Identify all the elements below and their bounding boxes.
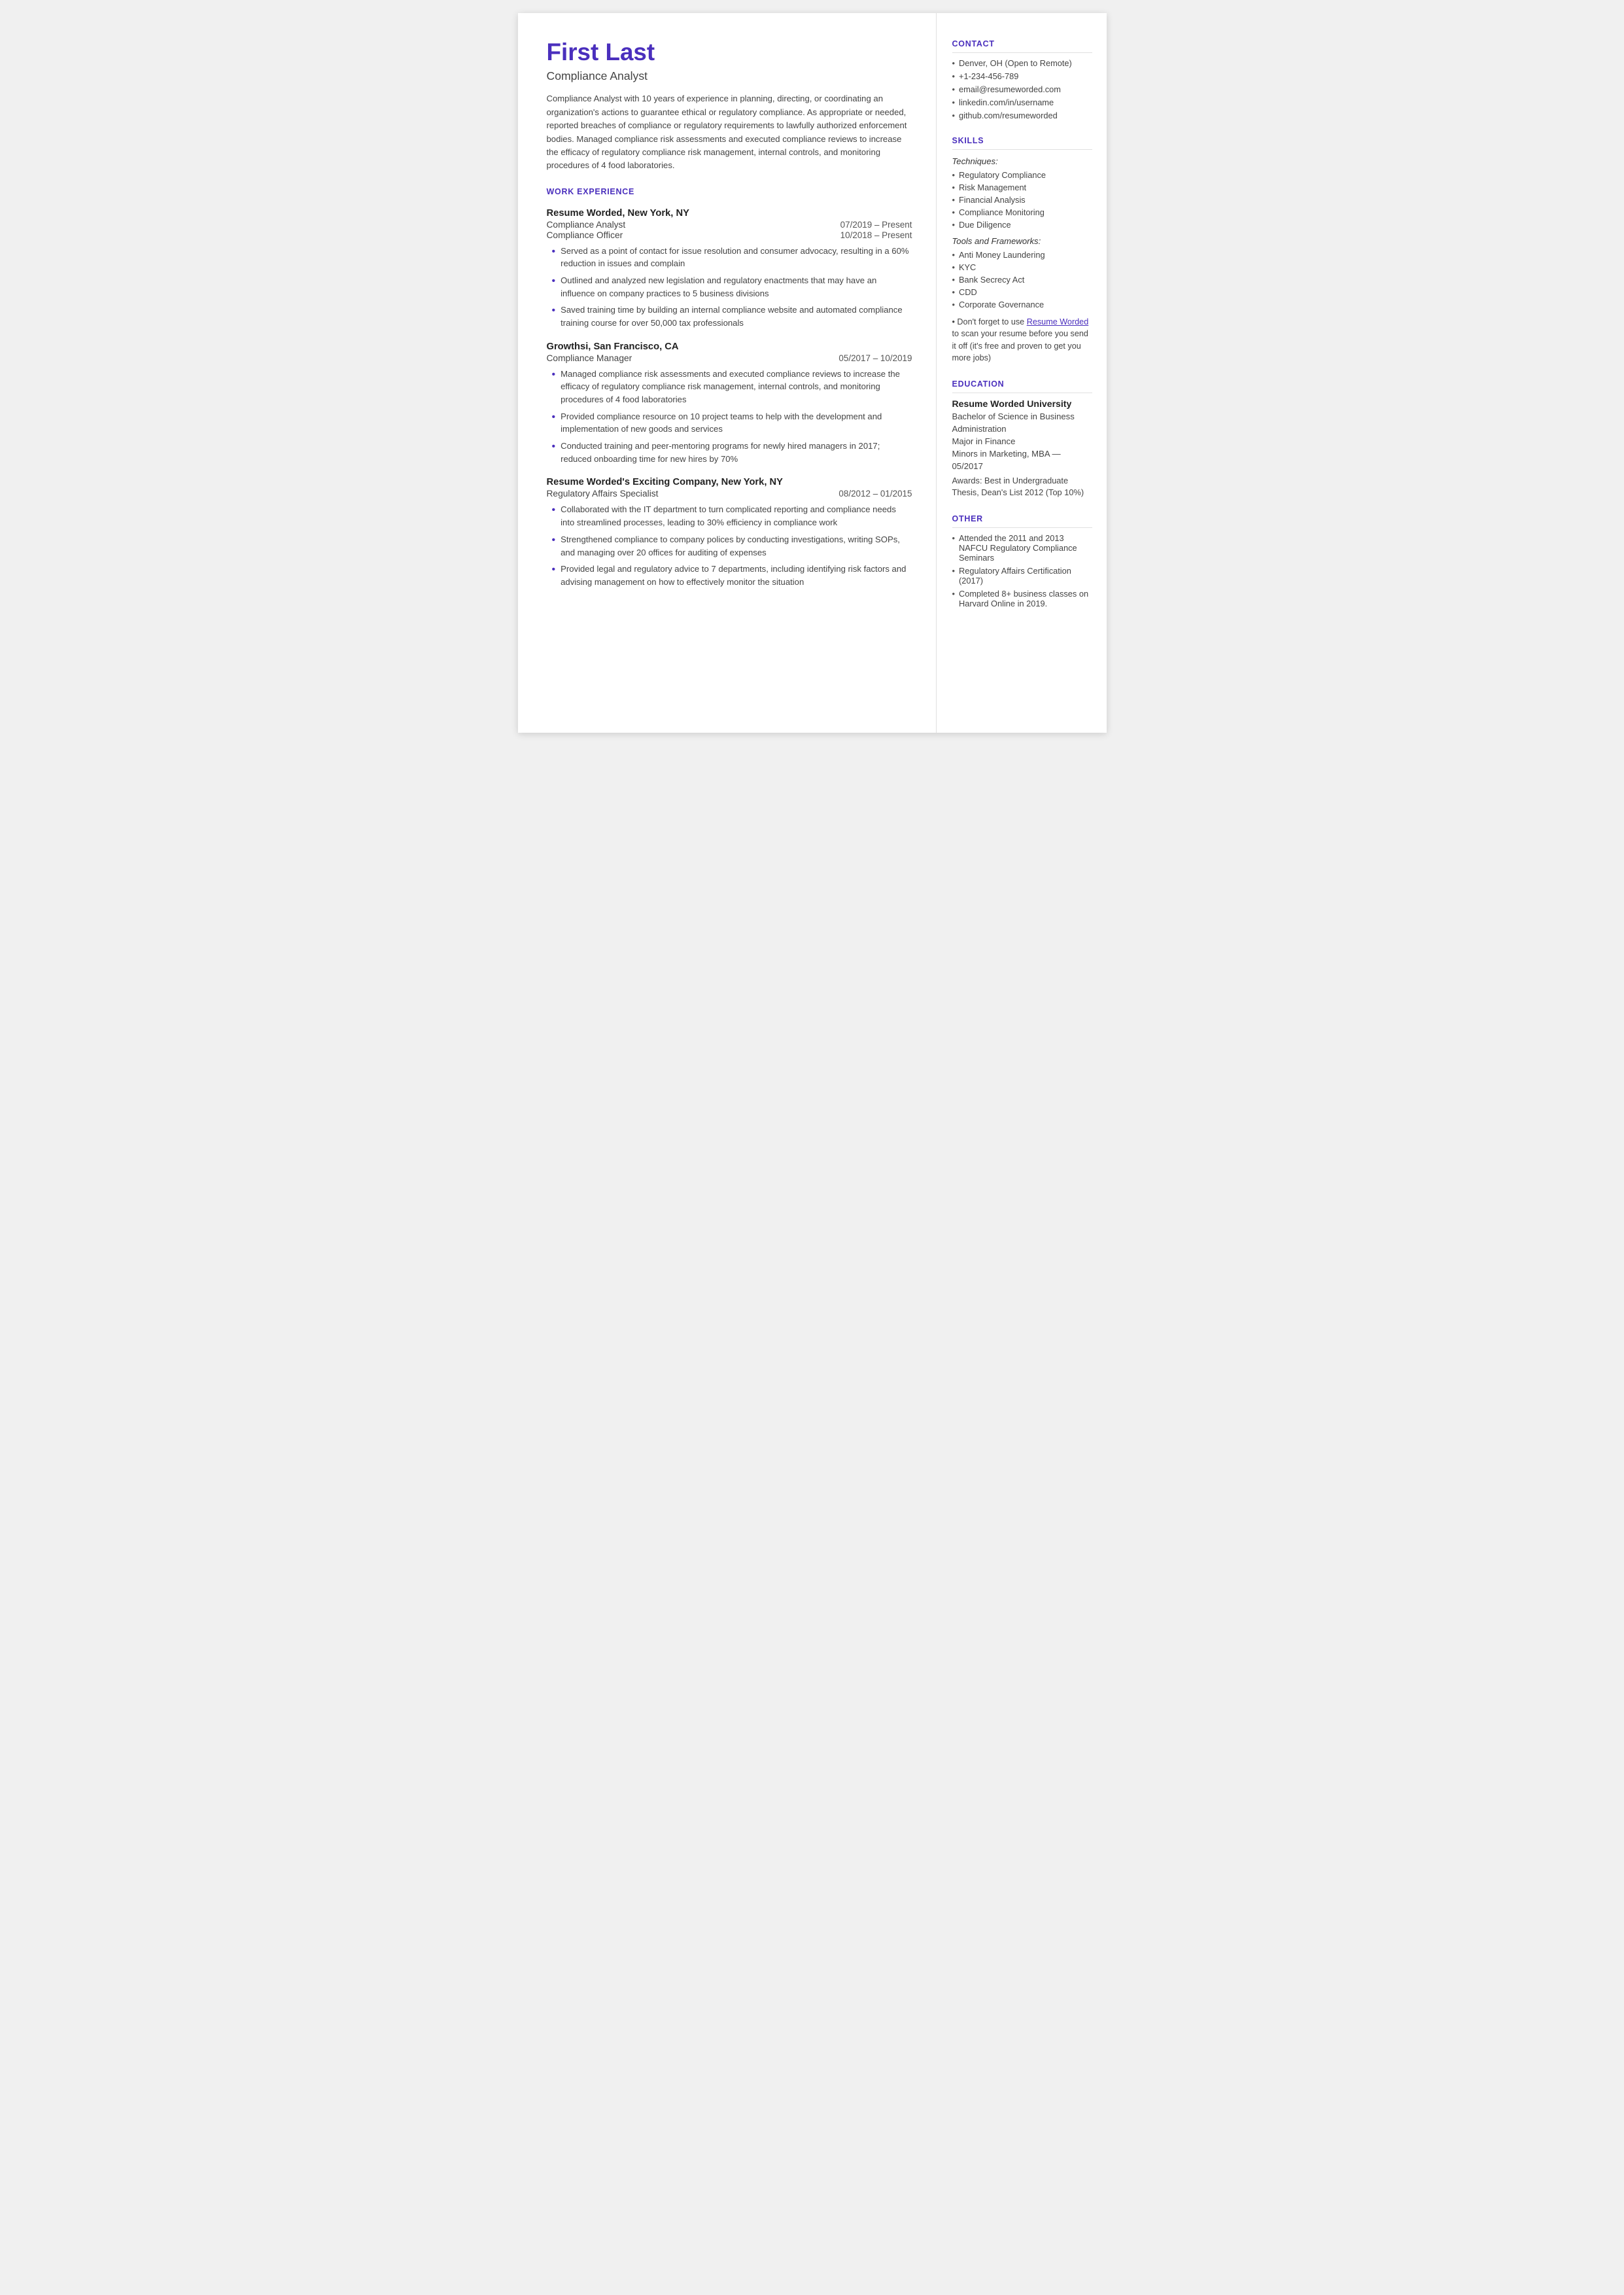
job-1-role-2-dates: 10/2018 – Present	[840, 230, 912, 240]
edu-degree: Bachelor of Science in Business Administ…	[952, 410, 1092, 472]
job-1-bullet-2: Outlined and analyzed new legislation an…	[552, 274, 912, 300]
education-heading: EDUCATION	[952, 379, 1092, 393]
job-3-company: Resume Worded's Exciting Company, New Yo…	[547, 477, 912, 487]
job-2-role-1-dates: 05/2017 – 10/2019	[838, 353, 912, 363]
edu-major: Major in Finance	[952, 436, 1016, 446]
job-1-role-1-dates: 07/2019 – Present	[840, 220, 912, 230]
skill-due-diligence: Due Diligence	[952, 220, 1092, 230]
job-1-role-1-title: Compliance Analyst	[547, 220, 626, 230]
job-3-role-1-title: Regulatory Affairs Specialist	[547, 489, 659, 499]
job-1-role-2-row: Compliance Officer 10/2018 – Present	[547, 230, 912, 240]
other-item-2: Regulatory Affairs Certification (2017)	[952, 566, 1092, 586]
contact-linkedin: linkedin.com/in/username	[952, 97, 1092, 107]
contact-list: Denver, OH (Open to Remote) +1-234-456-7…	[952, 58, 1092, 120]
candidate-name: First Last	[547, 39, 912, 65]
tool-corporate-governance: Corporate Governance	[952, 300, 1092, 309]
education-section: EDUCATION Resume Worded University Bache…	[952, 379, 1092, 499]
skill-risk-management: Risk Management	[952, 183, 1092, 192]
edu-degree-name: Bachelor of Science in Business Administ…	[952, 412, 1075, 434]
job-1-bullets: Served as a point of contact for issue r…	[552, 245, 912, 330]
other-heading: OTHER	[952, 514, 1092, 528]
right-column: CONTACT Denver, OH (Open to Remote) +1-2…	[937, 13, 1107, 733]
edu-school: Resume Worded University	[952, 398, 1092, 409]
job-3-role-1-dates: 08/2012 – 01/2015	[838, 489, 912, 499]
job-3-bullet-2: Strengthened compliance to company polic…	[552, 533, 912, 559]
skills-heading: SKILLS	[952, 136, 1092, 150]
skill-regulatory-compliance: Regulatory Compliance	[952, 170, 1092, 180]
job-3-bullets: Collaborated with the IT department to t…	[552, 503, 912, 588]
job-2-bullets: Managed compliance risk assessments and …	[552, 368, 912, 466]
skills-section: SKILLS Techniques: Regulatory Compliance…	[952, 136, 1092, 364]
tools-list: Anti Money Laundering KYC Bank Secrecy A…	[952, 250, 1092, 309]
contact-section: CONTACT Denver, OH (Open to Remote) +1-2…	[952, 39, 1092, 120]
contact-email: email@resumeworded.com	[952, 84, 1092, 94]
other-section: OTHER Attended the 2011 and 2013 NAFCU R…	[952, 514, 1092, 608]
edu-awards: Awards: Best in Undergraduate Thesis, De…	[952, 475, 1092, 499]
other-item-3: Completed 8+ business classes on Harvard…	[952, 589, 1092, 608]
tools-label: Tools and Frameworks:	[952, 236, 1092, 246]
job-2-role-1-row: Compliance Manager 05/2017 – 10/2019	[547, 353, 912, 363]
tool-cdd: CDD	[952, 287, 1092, 297]
job-2-bullet-3: Conducted training and peer-mentoring pr…	[552, 440, 912, 465]
skill-compliance-monitoring: Compliance Monitoring	[952, 207, 1092, 217]
tool-kyc: KYC	[952, 262, 1092, 272]
work-experience-heading: WORK EXPERIENCE	[547, 187, 912, 196]
job-2-company: Growthsi, San Francisco, CA	[547, 342, 912, 352]
resume-container: First Last Compliance Analyst Compliance…	[518, 13, 1107, 733]
job-2-bullet-1: Managed compliance risk assessments and …	[552, 368, 912, 406]
contact-github: github.com/resumeworded	[952, 111, 1092, 120]
job-2-role-1-title: Compliance Manager	[547, 353, 632, 363]
job-2-bullet-2: Provided compliance resource on 10 proje…	[552, 410, 912, 436]
left-column: First Last Compliance Analyst Compliance…	[518, 13, 937, 733]
contact-heading: CONTACT	[952, 39, 1092, 53]
job-1-role-1-row: Compliance Analyst 07/2019 – Present	[547, 220, 912, 230]
tool-aml: Anti Money Laundering	[952, 250, 1092, 260]
summary-text: Compliance Analyst with 10 years of expe…	[547, 92, 912, 172]
resume-worded-link[interactable]: Resume Worded	[1027, 317, 1089, 326]
job-3-bullet-1: Collaborated with the IT department to t…	[552, 503, 912, 529]
skills-note: • Don't forget to use Resume Worded to s…	[952, 316, 1092, 364]
job-3-role-1-row: Regulatory Affairs Specialist 08/2012 – …	[547, 489, 912, 499]
techniques-label: Techniques:	[952, 156, 1092, 166]
other-list: Attended the 2011 and 2013 NAFCU Regulat…	[952, 533, 1092, 608]
job-1-bullet-1: Served as a point of contact for issue r…	[552, 245, 912, 270]
job-1-company: Resume Worded, New York, NY	[547, 208, 912, 219]
job-1-bullet-3: Saved training time by building an inter…	[552, 304, 912, 329]
contact-location: Denver, OH (Open to Remote)	[952, 58, 1092, 68]
techniques-list: Regulatory Compliance Risk Management Fi…	[952, 170, 1092, 230]
other-item-1: Attended the 2011 and 2013 NAFCU Regulat…	[952, 533, 1092, 563]
edu-minors: Minors in Marketing, MBA — 05/2017	[952, 449, 1061, 471]
job-3-bullet-3: Provided legal and regulatory advice to …	[552, 563, 912, 588]
job-1-role-2-title: Compliance Officer	[547, 230, 623, 240]
tool-bank-secrecy: Bank Secrecy Act	[952, 275, 1092, 285]
skill-financial-analysis: Financial Analysis	[952, 195, 1092, 205]
candidate-title: Compliance Analyst	[547, 69, 912, 83]
contact-phone: +1-234-456-789	[952, 71, 1092, 81]
